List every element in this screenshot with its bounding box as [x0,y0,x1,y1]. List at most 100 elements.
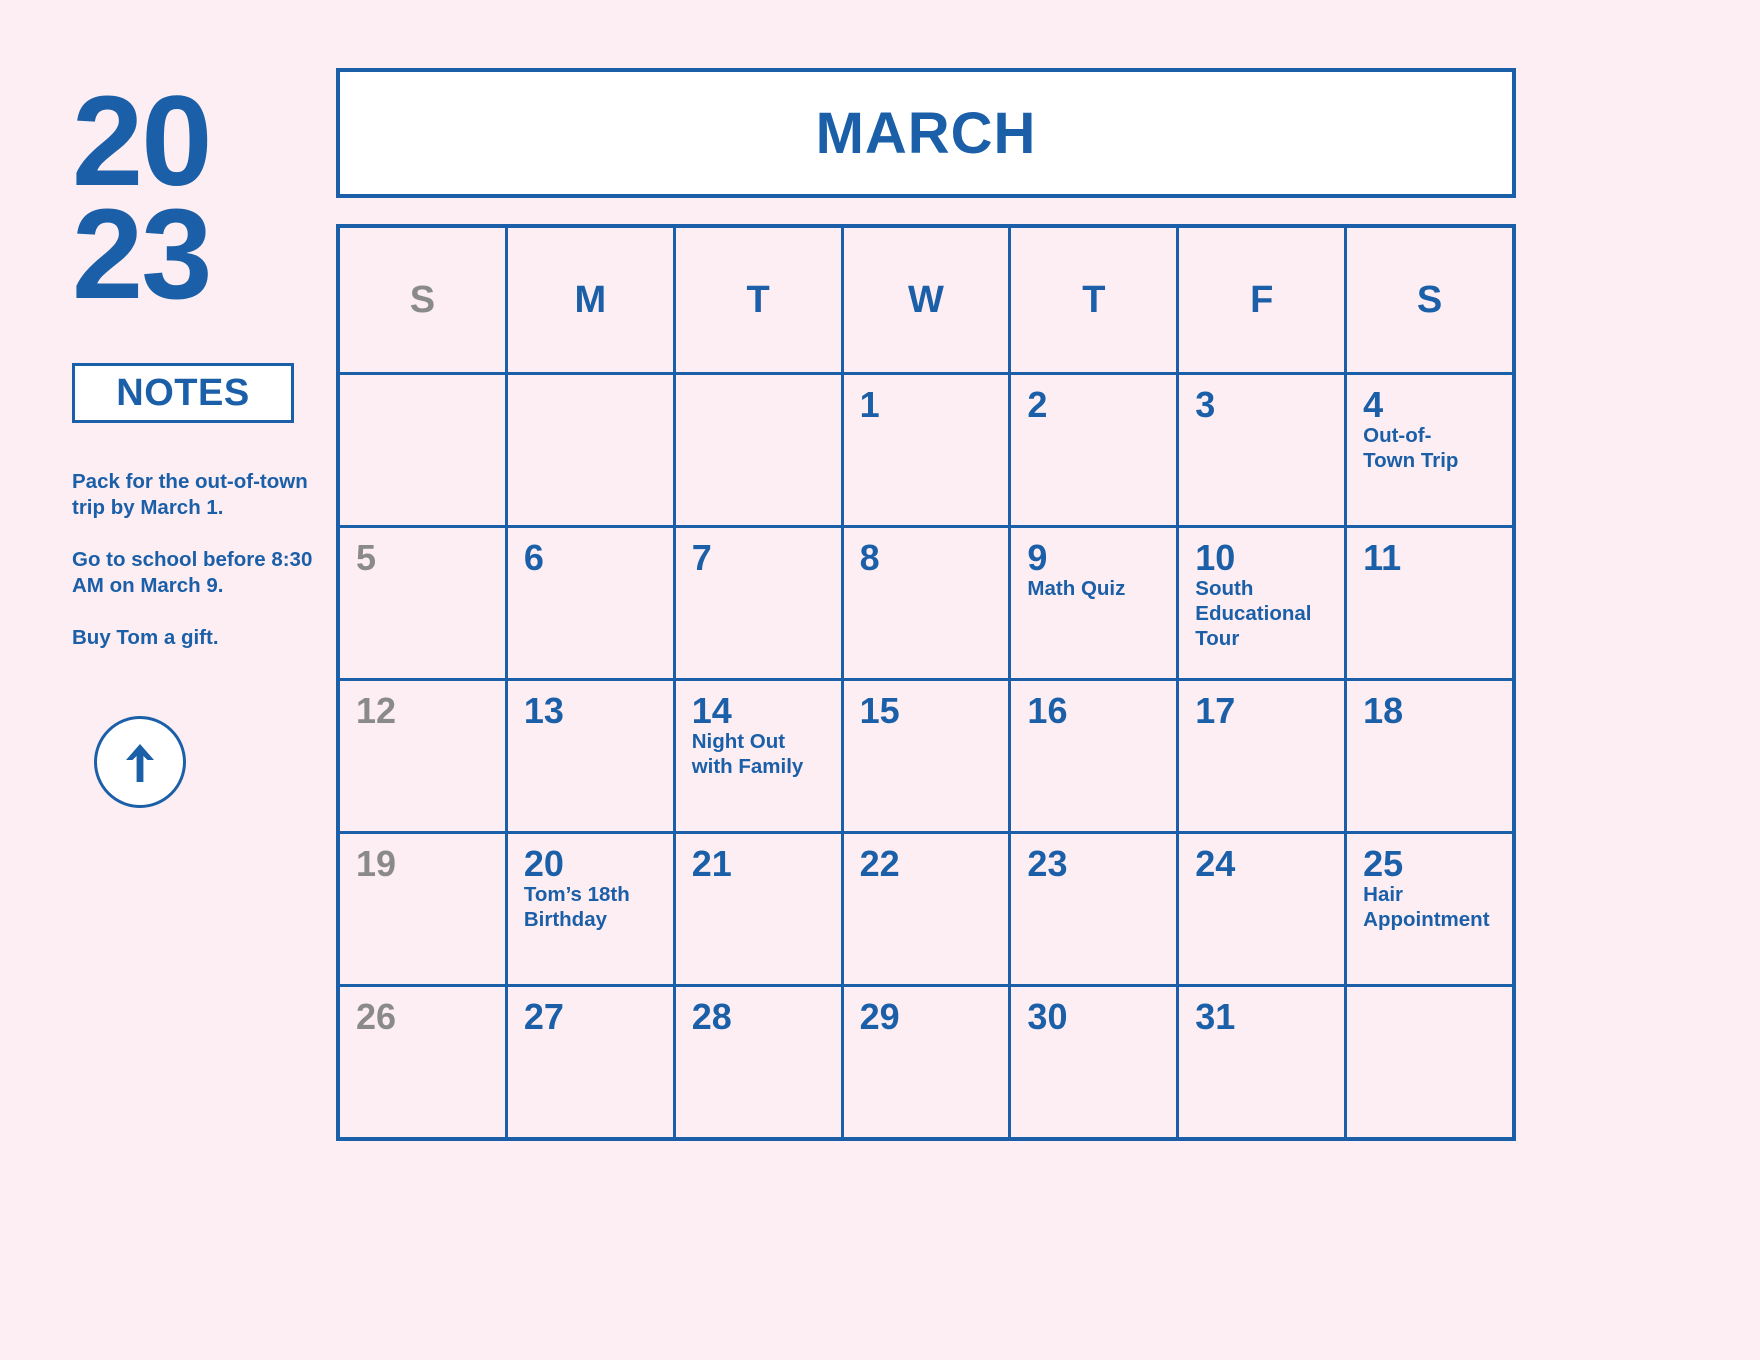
day-cell[interactable]: 22 [843,834,1009,984]
year-display: 20 23 [72,70,336,326]
weekday-label: M [574,278,607,321]
day-cell[interactable]: 23 [1011,834,1177,984]
weekday-header-monday: M [507,228,673,372]
day-number: 2 [1027,384,1048,425]
notes-header-box: NOTES [72,363,294,424]
day-cell[interactable]: 31 [1179,987,1345,1137]
day-cell[interactable]: 13 [507,681,673,831]
day-number: 21 [691,843,732,884]
day-cell[interactable]: 14 Night Out with Family [675,681,841,831]
day-event: Math Quiz [1027,577,1126,600]
year-line-1: 20 [72,70,212,213]
day-cell[interactable]: 12 [340,681,505,831]
day-number: 14 [691,690,732,731]
day-cell[interactable]: 28 [675,987,841,1137]
month-title: MARCH [815,100,1037,166]
day-number: 8 [859,537,880,578]
day-cell[interactable]: 15 [843,681,1009,831]
day-cell[interactable]: 2 [1011,375,1177,525]
day-cell[interactable]: 27 [507,987,673,1137]
day-number: 19 [356,843,397,884]
weekday-header-saturday: S [1347,228,1512,372]
day-number: 3 [1195,384,1216,425]
day-cell[interactable] [1347,987,1512,1137]
day-number: 29 [859,996,900,1037]
month-banner: MARCH [336,68,1516,198]
day-event: Out-of- Town Trip [1363,424,1459,472]
day-cell[interactable]: 18 [1347,681,1512,831]
arrow-up-icon [120,740,160,784]
day-cell[interactable]: 30 [1011,987,1177,1137]
day-event: Night Out with Family [691,730,804,778]
day-number: 15 [859,690,900,731]
day-number: 16 [1027,690,1068,731]
notes-list: Pack for the out-of-town trip by March 1… [72,469,340,650]
day-number: 23 [1027,843,1068,884]
day-cell[interactable]: 5 [340,528,505,678]
weekday-label: T [746,278,770,321]
day-cell[interactable]: 4 Out-of- Town Trip [1347,375,1512,525]
weekday-label: T [1082,278,1106,321]
weekday-header-wednesday: W [843,228,1009,372]
day-number: 28 [691,996,732,1037]
day-cell[interactable]: 29 [843,987,1009,1137]
day-number: 4 [1363,384,1384,425]
day-number: 1 [859,384,880,425]
day-cell[interactable]: 26 [340,987,505,1137]
weekday-label: F [1250,278,1274,321]
day-number: 22 [859,843,900,884]
day-cell[interactable] [675,375,841,525]
day-number: 20 [523,843,564,884]
day-number: 7 [691,537,712,578]
weekday-header-friday: F [1179,228,1345,372]
day-cell[interactable]: 24 [1179,834,1345,984]
day-number: 27 [523,996,564,1037]
day-number: 26 [356,996,397,1037]
day-cell[interactable]: 19 [340,834,505,984]
day-number: 5 [356,537,377,578]
day-cell[interactable]: 3 [1179,375,1345,525]
day-number: 12 [356,690,397,731]
note-item: Go to school before 8:30 AM on March 9. [72,547,313,597]
weekday-header-sunday: S [340,228,505,372]
day-number: 18 [1363,690,1404,731]
calendar-page: 20 23 NOTES Pack for the out-of-town tri… [0,0,1760,1360]
day-number: 25 [1363,843,1404,884]
calendar-grid: S M T W T F S 1 2 3 4 Out-of- Town Trip … [336,224,1516,1141]
day-cell[interactable]: 21 [675,834,841,984]
day-number: 17 [1195,690,1236,731]
day-cell[interactable]: 1 [843,375,1009,525]
weekday-label: W [908,278,944,321]
day-number: 10 [1195,537,1236,578]
day-number: 24 [1195,843,1236,884]
day-cell[interactable]: 25 Hair Appointment [1347,834,1512,984]
day-cell[interactable]: 16 [1011,681,1177,831]
day-cell[interactable]: 8 [843,528,1009,678]
day-number: 6 [523,537,544,578]
day-cell[interactable]: 11 [1347,528,1512,678]
day-cell[interactable]: 17 [1179,681,1345,831]
day-cell[interactable]: 6 [507,528,673,678]
weekday-header-thursday: T [1011,228,1177,372]
day-cell[interactable]: 7 [675,528,841,678]
weekday-label: S [409,278,436,321]
notes-label: NOTES [116,371,250,414]
arrow-up-button[interactable] [94,716,186,809]
note-item: Pack for the out-of-town trip by March 1… [72,470,308,520]
day-number: 11 [1363,537,1402,578]
day-cell[interactable] [340,375,505,525]
day-number: 31 [1195,996,1236,1037]
day-cell[interactable]: 10 South Educational Tour [1179,528,1345,678]
day-number: 13 [523,690,564,731]
day-cell[interactable] [507,375,673,525]
sidebar: 20 23 NOTES Pack for the out-of-town tri… [0,0,336,1360]
day-cell[interactable]: 20 Tom’s 18th Birthday [507,834,673,984]
day-number: 30 [1027,996,1068,1037]
day-event: Hair Appointment [1363,883,1490,931]
day-number: 9 [1027,537,1048,578]
note-item: Buy Tom a gift. [72,625,219,649]
day-cell[interactable]: 9 Math Quiz [1011,528,1177,678]
weekday-header-tuesday: T [675,228,841,372]
year-line-2: 23 [72,182,212,326]
day-event: South Educational Tour [1195,577,1312,650]
